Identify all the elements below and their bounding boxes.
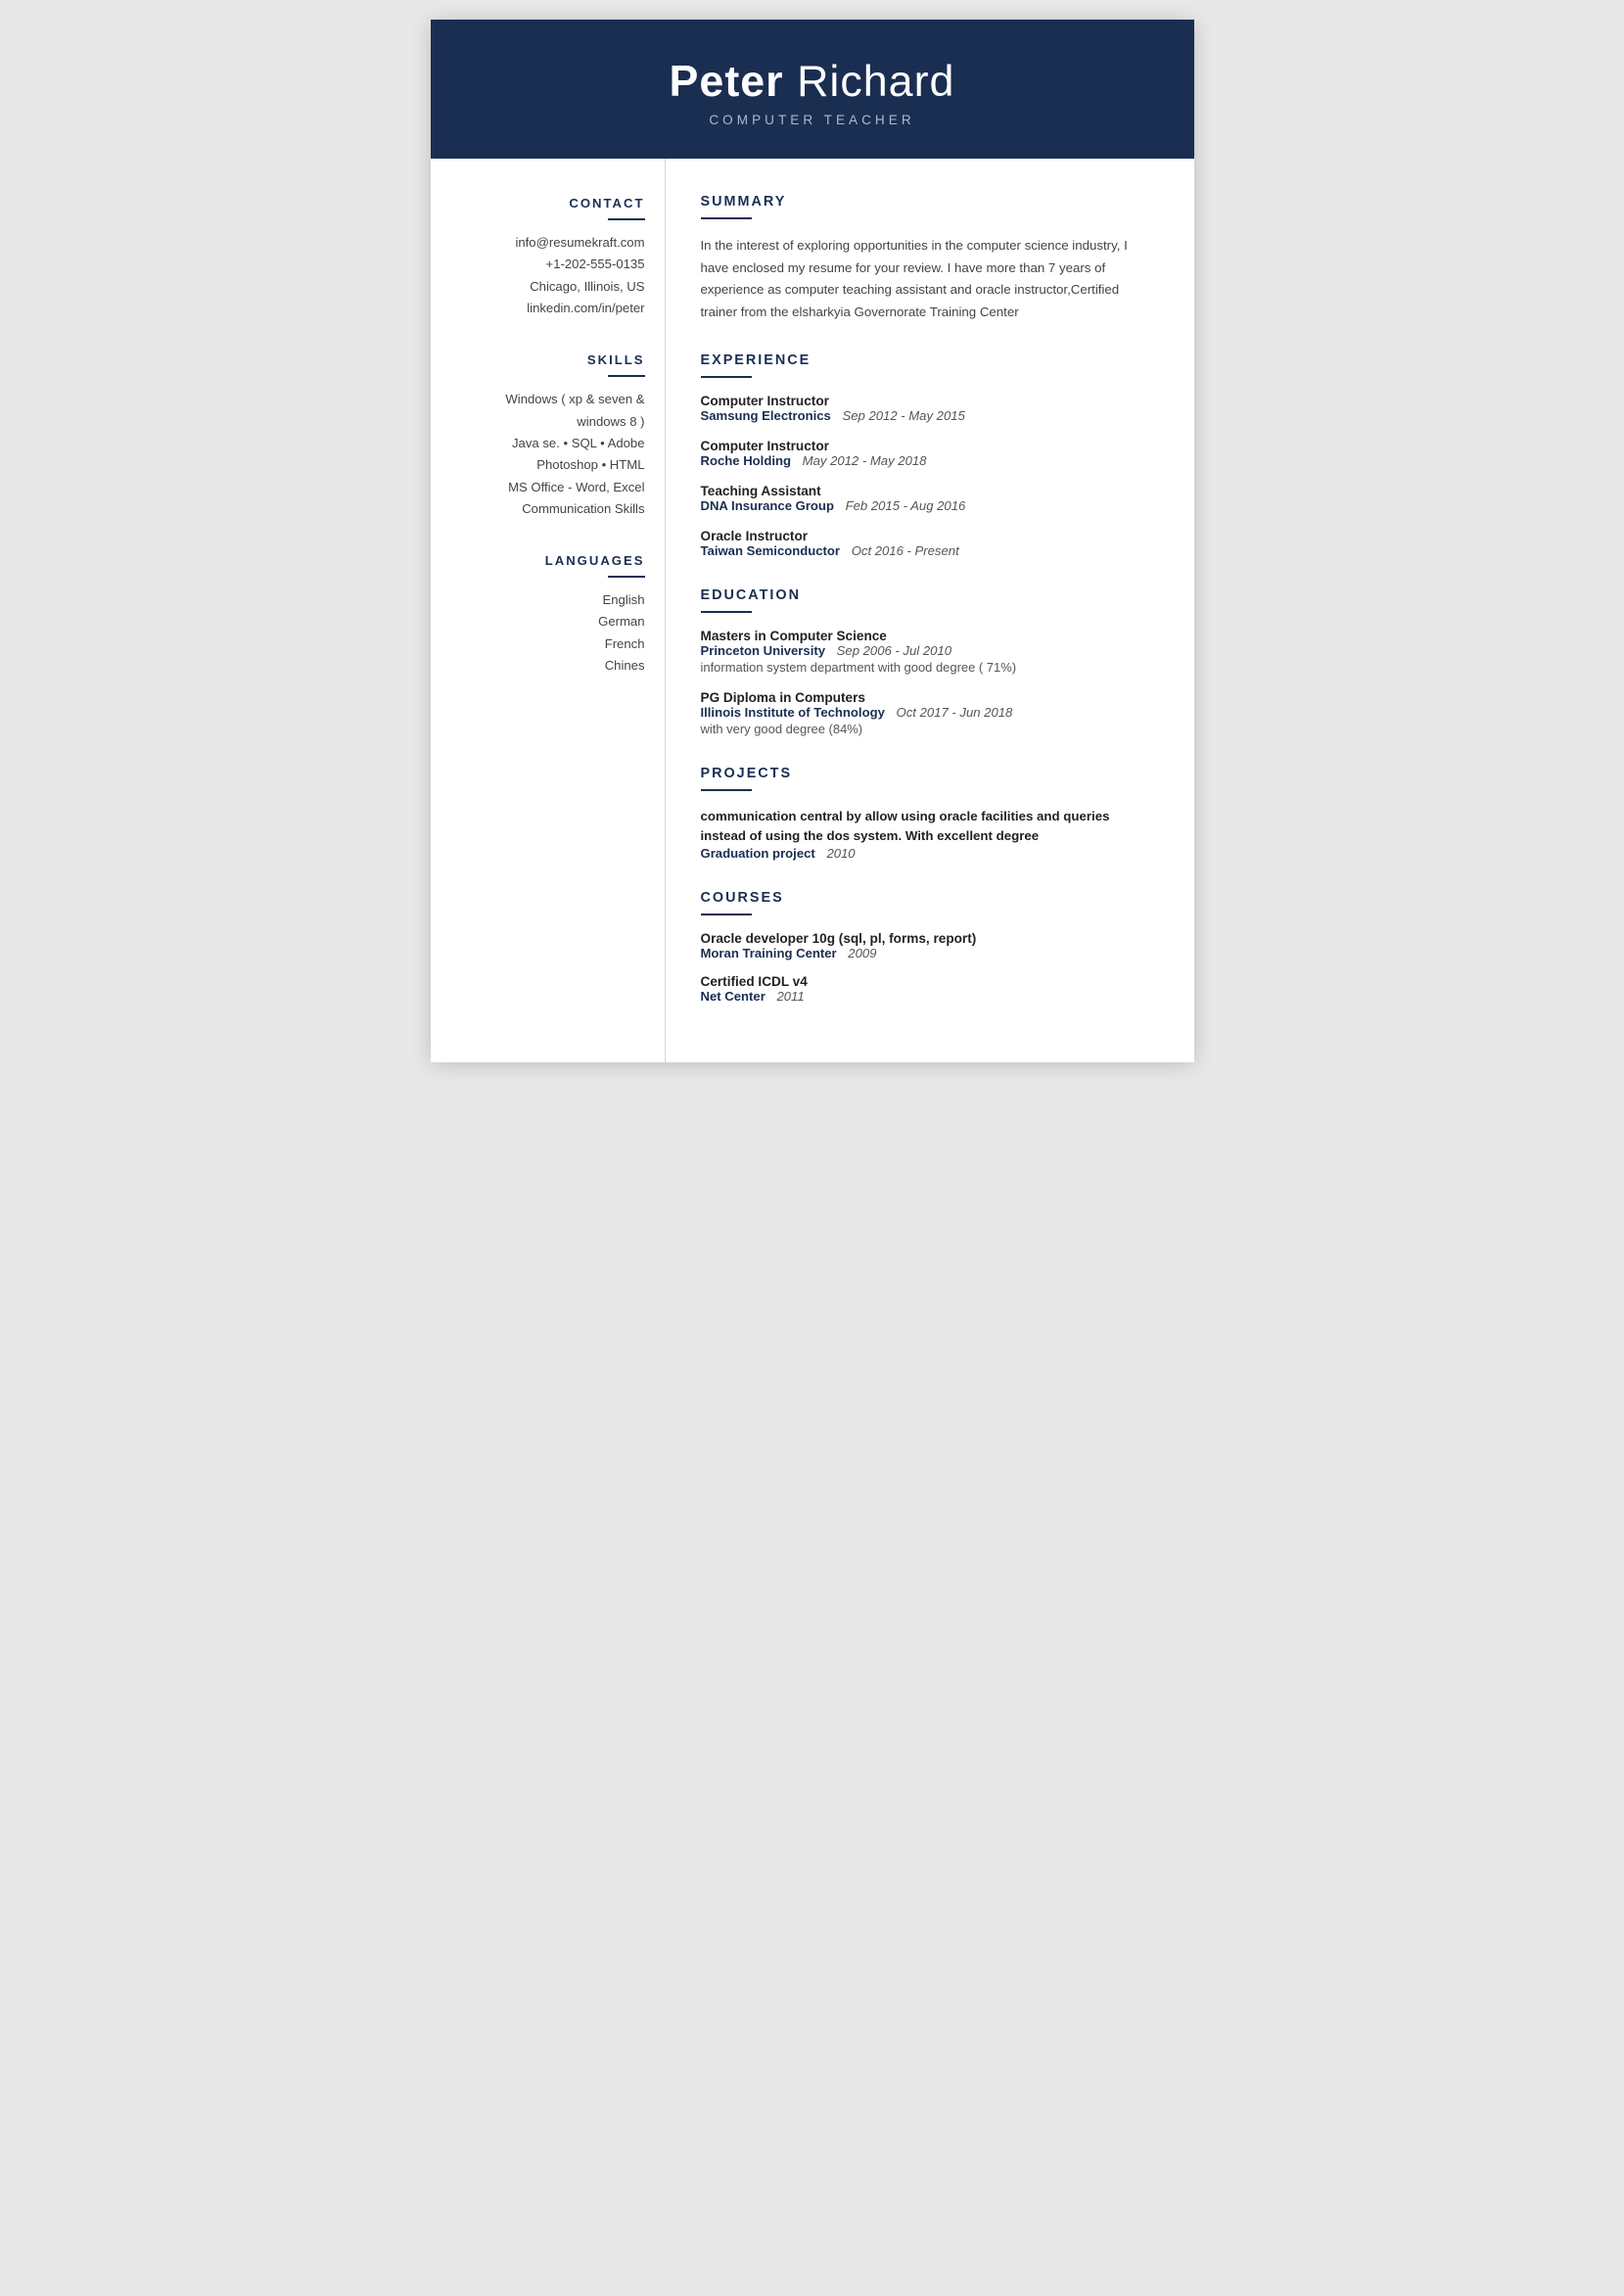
exp-dates-3: Oct 2016 - Present (852, 543, 959, 558)
exp-role-0: Computer Instructor (701, 394, 1157, 408)
full-name: Peter Richard (470, 57, 1155, 107)
summary-text: In the interest of exploring opportuniti… (701, 235, 1157, 323)
contact-location: Chicago, Illinois, US (458, 276, 645, 298)
projects-section: PROJECTS communication central by allow … (701, 766, 1157, 861)
project-item-0: communication central by allow using ora… (701, 807, 1157, 861)
exp-company-2: DNA Insurance Group (701, 498, 834, 513)
education-divider (701, 611, 752, 613)
experience-title: EXPERIENCE (701, 352, 1157, 368)
courses-divider (701, 914, 752, 915)
contact-section: CONTACT info@resumekraft.com +1-202-555-… (458, 196, 645, 319)
exp-role-1: Computer Instructor (701, 439, 1157, 453)
skill-item: Communication Skills (458, 498, 645, 520)
contact-info: info@resumekraft.com +1-202-555-0135 Chi… (458, 232, 645, 319)
project-year-0: 2010 (826, 846, 855, 861)
last-name: Richard (797, 57, 954, 106)
skill-item: Java se. • SQL • Adobe Photoshop • HTML (458, 433, 645, 477)
course-center-1: Net Center (701, 989, 766, 1004)
projects-divider (701, 789, 752, 791)
edu-degree-0: Masters in Computer Science (701, 629, 1157, 643)
summary-section: SUMMARY In the interest of exploring opp… (701, 194, 1157, 323)
exp-role-3: Oracle Instructor (701, 529, 1157, 543)
language-item: English (458, 589, 645, 611)
exp-role-2: Teaching Assistant (701, 484, 1157, 498)
course-center-row-0: Moran Training Center 2009 (701, 946, 1157, 961)
course-center-row-1: Net Center 2011 (701, 989, 1157, 1004)
course-item-1: Certified ICDL v4 Net Center 2011 (701, 974, 1157, 1004)
contact-divider (608, 218, 645, 220)
languages-divider (608, 576, 645, 578)
course-name-1: Certified ICDL v4 (701, 974, 1157, 989)
exp-dates-1: May 2012 - May 2018 (803, 453, 927, 468)
education-item-0: Masters in Computer Science Princeton Un… (701, 629, 1157, 675)
resume-container: Peter Richard COMPUTER TEACHER CONTACT i… (431, 20, 1194, 1062)
exp-dates-0: Sep 2012 - May 2015 (842, 408, 964, 423)
edu-institution-0: Princeton University (701, 643, 826, 658)
project-name-row-0: Graduation project 2010 (701, 846, 1157, 861)
contact-linkedin: linkedin.com/in/peter (458, 298, 645, 319)
languages-list: English German French Chines (458, 589, 645, 677)
exp-company-row-3: Taiwan Semiconductor Oct 2016 - Present (701, 543, 1157, 558)
edu-detail-1: with very good degree (84%) (701, 722, 1157, 736)
course-item-0: Oracle developer 10g (sql, pl, forms, re… (701, 931, 1157, 961)
course-year-0: 2009 (848, 946, 876, 961)
education-section: EDUCATION Masters in Computer Science Pr… (701, 587, 1157, 736)
contact-title: CONTACT (458, 196, 645, 211)
exp-company-1: Roche Holding (701, 453, 792, 468)
experience-item-0: Computer Instructor Samsung Electronics … (701, 394, 1157, 423)
skills-list: Windows ( xp & seven & windows 8 ) Java … (458, 389, 645, 520)
exp-company-3: Taiwan Semiconductor (701, 543, 841, 558)
edu-institution-1: Illinois Institute of Technology (701, 705, 885, 720)
experience-section: EXPERIENCE Computer Instructor Samsung E… (701, 352, 1157, 558)
projects-title: PROJECTS (701, 766, 1157, 781)
skills-title: SKILLS (458, 352, 645, 367)
contact-email: info@resumekraft.com (458, 232, 645, 254)
project-name-0: Graduation project (701, 846, 815, 861)
summary-divider (701, 217, 752, 219)
skill-item: Windows ( xp & seven & windows 8 ) (458, 389, 645, 433)
course-center-0: Moran Training Center (701, 946, 837, 961)
job-title: COMPUTER TEACHER (470, 113, 1155, 127)
experience-divider (701, 376, 752, 378)
project-desc-0: communication central by allow using ora… (701, 807, 1157, 846)
edu-dates-1: Oct 2017 - Jun 2018 (897, 705, 1013, 720)
first-name: Peter (670, 57, 784, 106)
skill-item: MS Office - Word, Excel (458, 477, 645, 498)
exp-company-row-2: DNA Insurance Group Feb 2015 - Aug 2016 (701, 498, 1157, 513)
course-name-0: Oracle developer 10g (sql, pl, forms, re… (701, 931, 1157, 946)
experience-item-3: Oracle Instructor Taiwan Semiconductor O… (701, 529, 1157, 558)
main-content: SUMMARY In the interest of exploring opp… (666, 159, 1194, 1062)
sidebar: CONTACT info@resumekraft.com +1-202-555-… (431, 159, 666, 1062)
experience-item-1: Computer Instructor Roche Holding May 20… (701, 439, 1157, 468)
language-item: German (458, 611, 645, 633)
education-item-1: PG Diploma in Computers Illinois Institu… (701, 690, 1157, 736)
edu-dates-0: Sep 2006 - Jul 2010 (837, 643, 951, 658)
languages-section: LANGUAGES English German French Chines (458, 553, 645, 677)
exp-dates-2: Feb 2015 - Aug 2016 (846, 498, 966, 513)
resume-body: CONTACT info@resumekraft.com +1-202-555-… (431, 159, 1194, 1062)
language-item: Chines (458, 655, 645, 677)
contact-phone: +1-202-555-0135 (458, 254, 645, 275)
exp-company-0: Samsung Electronics (701, 408, 831, 423)
resume-header: Peter Richard COMPUTER TEACHER (431, 20, 1194, 159)
edu-institution-row-0: Princeton University Sep 2006 - Jul 2010 (701, 643, 1157, 658)
experience-item-2: Teaching Assistant DNA Insurance Group F… (701, 484, 1157, 513)
exp-company-row-1: Roche Holding May 2012 - May 2018 (701, 453, 1157, 468)
language-item: French (458, 633, 645, 655)
skills-section: SKILLS Windows ( xp & seven & windows 8 … (458, 352, 645, 520)
edu-institution-row-1: Illinois Institute of Technology Oct 201… (701, 705, 1157, 720)
education-title: EDUCATION (701, 587, 1157, 603)
courses-title: COURSES (701, 890, 1157, 906)
course-year-1: 2011 (776, 989, 804, 1004)
skills-divider (608, 375, 645, 377)
courses-section: COURSES Oracle developer 10g (sql, pl, f… (701, 890, 1157, 1004)
exp-company-row-0: Samsung Electronics Sep 2012 - May 2015 (701, 408, 1157, 423)
edu-degree-1: PG Diploma in Computers (701, 690, 1157, 705)
summary-title: SUMMARY (701, 194, 1157, 210)
languages-title: LANGUAGES (458, 553, 645, 568)
edu-detail-0: information system department with good … (701, 660, 1157, 675)
